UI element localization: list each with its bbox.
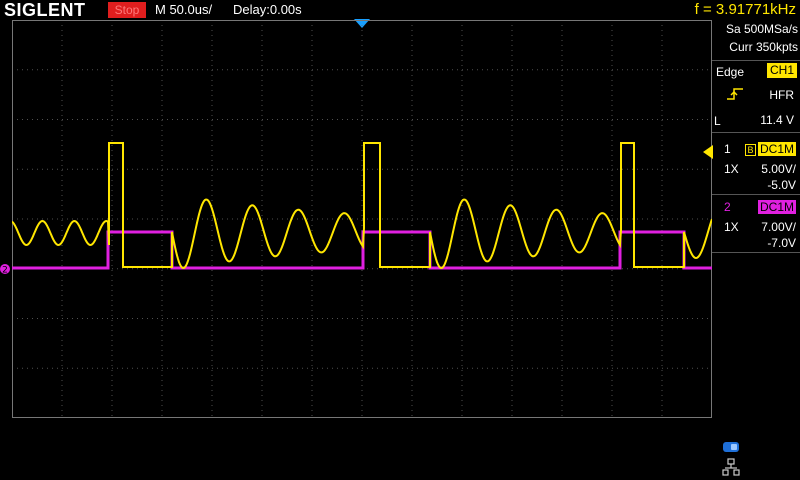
ch1-scale[interactable]: 5.00V/: [761, 162, 796, 176]
bandwidth-limit-badge: B: [745, 144, 756, 156]
frequency-readout: f = 3.91771kHz: [694, 1, 796, 18]
rising-edge-icon: [727, 88, 743, 100]
delay-readout[interactable]: Delay:0.00s: [233, 0, 302, 20]
memory-depth: Curr 350kpts: [729, 40, 798, 54]
usb-icon: [723, 442, 739, 452]
trigger-level-arrow[interactable]: [703, 145, 713, 159]
divider: [712, 252, 800, 253]
brand-logo: SIGLENT: [4, 0, 86, 20]
sample-rate: Sa 500MSa/s: [725, 22, 798, 36]
ch2-number: 2: [724, 200, 731, 214]
waveform-grid: [12, 20, 712, 418]
ch2-ground-marker-label: 2: [2, 266, 8, 276]
ch1-probe: 1X: [724, 162, 739, 176]
ch2-scale[interactable]: 7.00V/: [761, 220, 796, 234]
ch1-coupling[interactable]: DC1M: [758, 142, 797, 156]
ch2-waveform: [12, 230, 712, 270]
ch2-offset[interactable]: -7.0V: [767, 236, 796, 250]
trigger-source-badge[interactable]: CH1: [766, 63, 797, 78]
divider: [712, 194, 800, 195]
ch2-coupling[interactable]: DC1M: [758, 200, 797, 214]
ch2-probe: 1X: [724, 220, 739, 234]
timebase-readout[interactable]: M 50.0us/: [155, 0, 212, 20]
ch1-info[interactable]: 1 B DC1M 1X 5.00V/ -5.0V: [712, 140, 800, 196]
top-status-bar: SIGLENT Stop M 50.0us/ Delay:0.00s f = 3…: [0, 0, 800, 20]
divider: [712, 60, 800, 61]
ch1-number: 1: [724, 142, 731, 156]
network-icon: [722, 458, 740, 476]
ch1-offset[interactable]: -5.0V: [767, 178, 796, 192]
run-stop-status[interactable]: Stop: [108, 2, 146, 18]
trigger-level-marker: L: [714, 114, 721, 128]
right-info-panel: Sa 500MSa/s Curr 350kpts Edge CH1 HFR L …: [712, 20, 800, 480]
grid-lines: [12, 20, 712, 418]
divider: [712, 132, 800, 133]
trigger-level[interactable]: 11.4 V: [760, 113, 794, 127]
trigger-coupling[interactable]: HFR: [769, 88, 794, 102]
ch2-ground-marker[interactable]: 2: [0, 262, 12, 276]
ch2-info[interactable]: 2 DC1M 1X 7.00V/ -7.0V: [712, 198, 800, 254]
